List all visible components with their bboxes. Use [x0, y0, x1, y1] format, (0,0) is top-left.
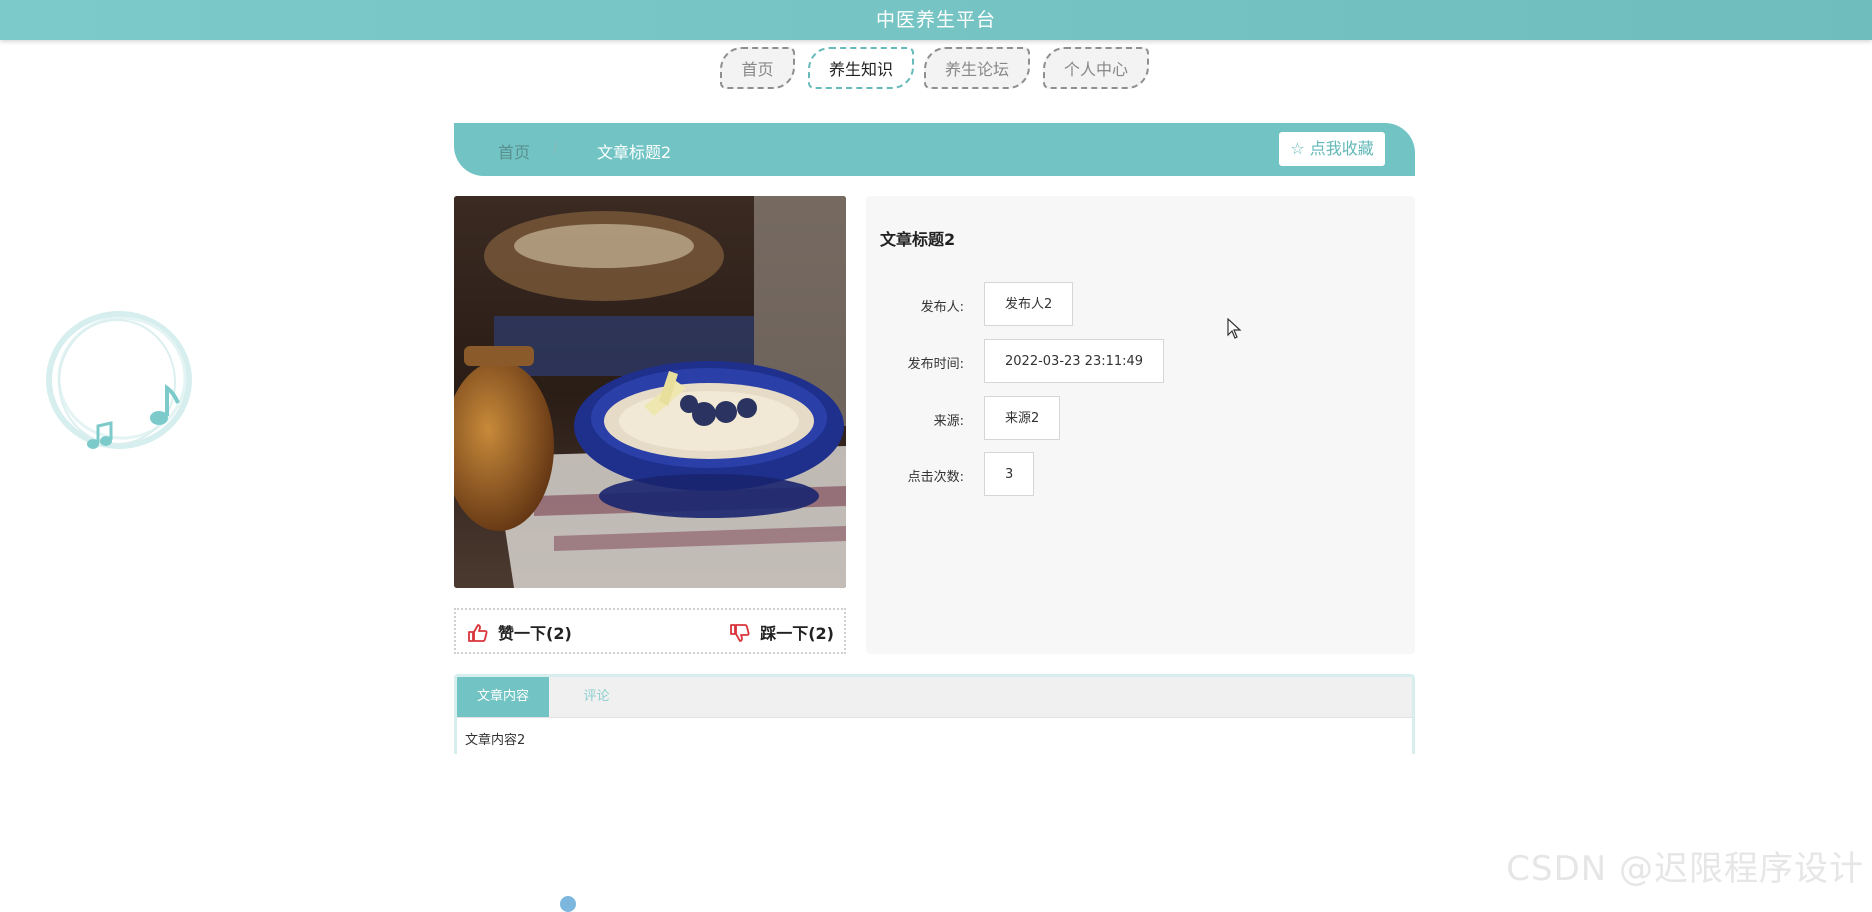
breadcrumb-separator: /	[553, 140, 558, 156]
dislike-button[interactable]: 踩一下(2)	[730, 620, 834, 644]
tab-article-content[interactable]: 文章内容	[457, 677, 549, 717]
like-button[interactable]: 赞一下(2)	[468, 620, 572, 644]
app-title: 中医养生平台	[875, 9, 996, 31]
field-value: 发布人2	[984, 282, 1074, 326]
favorite-button[interactable]: ☆ 点我收藏	[1279, 132, 1385, 166]
article-content-text: 文章内容2	[465, 733, 526, 748]
field-label: 发布人:	[920, 300, 964, 315]
nav-home[interactable]: 首页	[720, 47, 795, 89]
thumbs-up-icon	[468, 624, 488, 642]
field-label: 发布时间:	[907, 357, 964, 372]
music-player-widget[interactable]	[44, 308, 204, 458]
field-label: 点击次数:	[907, 470, 964, 485]
article-title: 文章标题2	[880, 230, 956, 249]
top-header: 中医养生平台	[0, 0, 1872, 40]
article-image	[454, 196, 846, 588]
breadcrumb-current: 文章标题2	[597, 143, 672, 162]
field-value: 3	[984, 452, 1035, 496]
field-value: 来源2	[984, 396, 1061, 440]
nav-health-forum[interactable]: 养生论坛	[924, 47, 1030, 89]
vote-bar: 赞一下(2) 踩一下(2)	[454, 608, 846, 654]
article-detail-panel: 文章标题2 发布人: 发布人2 发布时间: 2022-03-23 23:11:4…	[866, 196, 1415, 654]
music-note-icon	[46, 311, 192, 449]
watermark: CSDN @迟限程序设计	[1506, 849, 1864, 889]
dislike-label: 踩一下(2)	[760, 624, 834, 643]
like-label: 赞一下(2)	[498, 624, 572, 643]
thumbs-down-icon	[730, 624, 750, 642]
main-nav: 首页 养生知识 养生论坛 个人中心	[0, 47, 1872, 95]
breadcrumb: 首页 / 文章标题2 ☆ 点我收藏	[454, 123, 1415, 176]
mouse-cursor-icon	[1227, 318, 1242, 339]
nav-health-knowledge[interactable]: 养生知识	[808, 47, 914, 89]
field-value: 2022-03-23 23:11:49	[984, 339, 1165, 383]
tab-comments[interactable]: 评论	[549, 677, 644, 717]
content-tabs: 文章内容 评论 文章内容2	[454, 674, 1415, 754]
breadcrumb-home[interactable]: 首页	[498, 139, 530, 163]
field-label: 来源:	[933, 414, 964, 429]
floating-dot	[560, 896, 576, 912]
nav-personal-center[interactable]: 个人中心	[1043, 47, 1149, 89]
